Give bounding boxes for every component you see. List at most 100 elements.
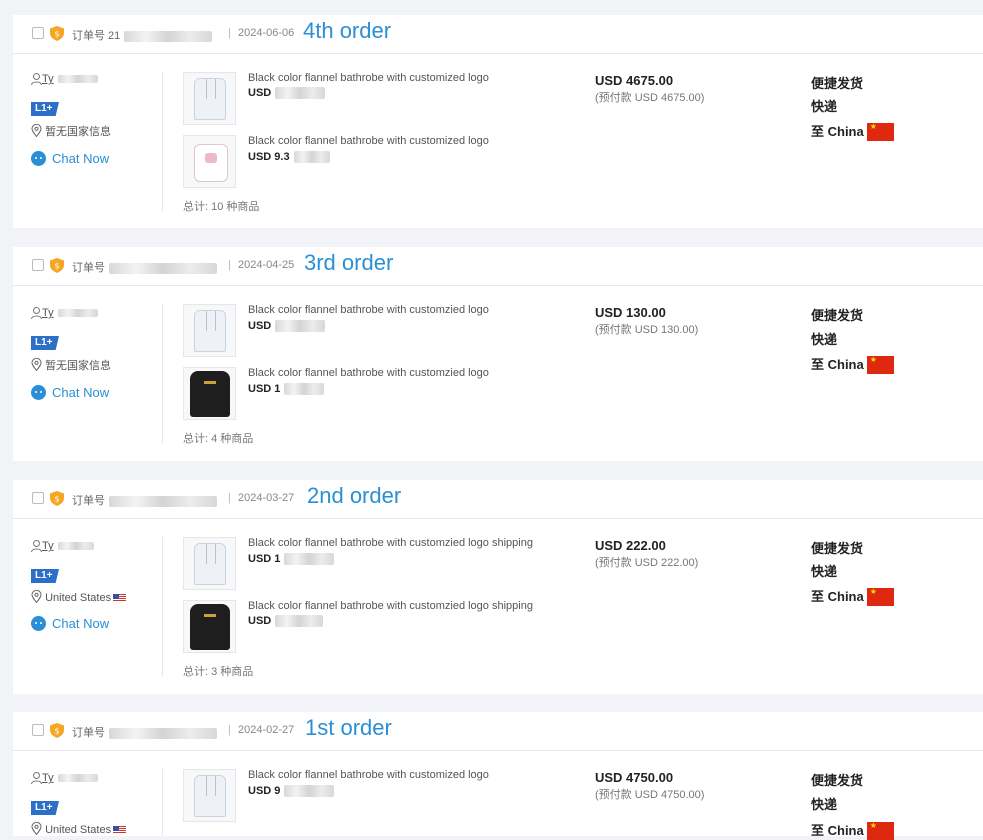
- divider: [162, 769, 163, 836]
- redacted-order-id: [109, 727, 217, 739]
- shipping-method: 便捷发货: [811, 76, 864, 91]
- order-amount: USD 222.00: [595, 538, 666, 553]
- divider: |: [228, 27, 231, 39]
- svg-text:$: $: [54, 727, 59, 736]
- user-icon: [31, 540, 42, 553]
- redacted-order-id: [124, 30, 213, 42]
- order-select-checkbox[interactable]: [32, 724, 44, 736]
- divider: |: [228, 724, 231, 736]
- divider: |: [228, 492, 231, 504]
- buyer-name[interactable]: Ty: [31, 307, 98, 320]
- product-title[interactable]: Black color flannel bathrobe with custom…: [248, 367, 489, 379]
- order-annotation: 4th order: [303, 18, 392, 43]
- order-date: 2024-03-27: [238, 492, 295, 504]
- product-title[interactable]: Black color flannel bathrobe with custom…: [248, 769, 489, 781]
- trade-assurance-icon: $: [50, 723, 64, 738]
- chat-now-button[interactable]: Chat Now: [31, 616, 109, 631]
- order-amount: USD 130.00: [595, 305, 666, 320]
- shipping-type: 快递: [811, 99, 838, 114]
- order-card: $ 订单号 | 2024-02-27 1st order Ty L1+ Unit…: [13, 712, 983, 840]
- order-card: $ 订单号 21 | 2024-06-06 4th order Ty L1+ 暂…: [13, 15, 983, 228]
- order-header: $ 订单号 | 2024-04-25 3rd order: [13, 247, 983, 286]
- product-image[interactable]: [183, 537, 236, 590]
- product-price: USD 1: [248, 553, 335, 566]
- chat-now-button[interactable]: Chat Now: [31, 385, 109, 400]
- divider: [162, 72, 163, 212]
- order-card: $ 订单号 | 2024-04-25 3rd order Ty L1+ 暂无国家…: [13, 247, 983, 461]
- buyer-name[interactable]: Ty: [31, 540, 94, 553]
- shipping-type: 快递: [811, 332, 838, 347]
- chat-now-button[interactable]: Chat Now: [31, 151, 109, 166]
- product-title[interactable]: Black color flannel bathrobe with custom…: [248, 72, 489, 84]
- shipping-destination: 至 China: [811, 121, 894, 141]
- order-card: $ 订单号 | 2024-03-27 2nd order Ty L1+ Unit…: [13, 480, 983, 694]
- shipping-destination: 至 China: [811, 354, 894, 374]
- order-amount: USD 4750.00: [595, 770, 674, 785]
- order-select-checkbox[interactable]: [32, 27, 44, 39]
- buyer-level-badge: L1+: [31, 569, 59, 583]
- shipping-type: 快递: [811, 797, 838, 812]
- location-pin-icon: [31, 357, 42, 372]
- buyer-level-badge: L1+: [31, 801, 59, 815]
- product-image[interactable]: [183, 135, 236, 188]
- product-title[interactable]: Black color flannel bathrobe with custom…: [248, 600, 533, 612]
- shipping-method: 便捷发货: [811, 541, 864, 556]
- buyer-location: United States: [31, 589, 127, 604]
- item-total: 总计: 4 种商品: [183, 433, 254, 445]
- china-flag-icon: [866, 355, 894, 374]
- svg-text:$: $: [54, 262, 59, 271]
- order-annotation: 3rd order: [304, 250, 394, 275]
- product-image[interactable]: [183, 600, 236, 653]
- product-image[interactable]: [183, 367, 236, 420]
- user-icon: [31, 772, 42, 785]
- order-header: $ 订单号 | 2024-03-27 2nd order: [13, 480, 983, 519]
- user-icon: [31, 307, 42, 320]
- prepay-amount: (预付款 USD 222.00): [595, 557, 699, 569]
- divider: |: [228, 259, 231, 271]
- product-title[interactable]: Black color flannel bathrobe with custom…: [248, 135, 489, 147]
- trade-assurance-icon: $: [50, 258, 64, 273]
- buyer-name[interactable]: Ty: [31, 772, 98, 785]
- divider: [162, 537, 163, 677]
- china-flag-icon: [866, 821, 894, 840]
- product-title[interactable]: Black color flannel bathrobe with custom…: [248, 304, 489, 316]
- svg-text:$: $: [54, 495, 59, 504]
- redacted-order-id: [109, 495, 217, 507]
- buyer-location: 暂无国家信息: [31, 123, 111, 139]
- shipping-method: 便捷发货: [811, 773, 864, 788]
- shipping-method: 便捷发货: [811, 308, 864, 323]
- trade-assurance-icon: $: [50, 491, 64, 506]
- order-date: 2024-04-25: [238, 259, 295, 271]
- order-date: 2024-02-27: [238, 724, 295, 736]
- shipping-type: 快递: [811, 564, 838, 579]
- order-amount: USD 4675.00: [595, 73, 674, 88]
- order-header: $ 订单号 21 | 2024-06-06 4th order: [13, 15, 983, 54]
- buyer-location: 暂无国家信息: [31, 357, 111, 373]
- order-number: 订单号: [72, 724, 217, 740]
- prepay-amount: (预付款 USD 130.00): [595, 324, 699, 336]
- product-title[interactable]: Black color flannel bathrobe with custom…: [248, 537, 533, 549]
- buyer-level-badge: L1+: [31, 102, 59, 116]
- china-flag-icon: [866, 122, 894, 141]
- divider: [162, 304, 163, 444]
- product-price: USD 9: [248, 785, 335, 798]
- chat-icon: [31, 616, 46, 631]
- product-image[interactable]: [183, 769, 236, 822]
- svg-text:$: $: [54, 30, 59, 39]
- product-price: USD 1: [248, 383, 325, 396]
- product-image[interactable]: [183, 72, 236, 125]
- product-image[interactable]: [183, 304, 236, 357]
- buyer-level-badge: L1+: [31, 336, 59, 350]
- chat-icon: [31, 385, 46, 400]
- shipping-destination: 至 China: [811, 586, 894, 606]
- product-price: USD: [248, 87, 326, 100]
- order-header: $ 订单号 | 2024-02-27 1st order: [13, 712, 983, 751]
- item-total: 总计: 3 种商品: [183, 666, 254, 678]
- order-date: 2024-06-06: [238, 27, 295, 39]
- buyer-name[interactable]: Ty: [31, 73, 98, 86]
- order-select-checkbox[interactable]: [32, 259, 44, 271]
- shipping-destination: 至 China: [811, 820, 894, 840]
- order-annotation: 1st order: [305, 715, 392, 740]
- china-flag-icon: [866, 587, 894, 606]
- order-select-checkbox[interactable]: [32, 492, 44, 504]
